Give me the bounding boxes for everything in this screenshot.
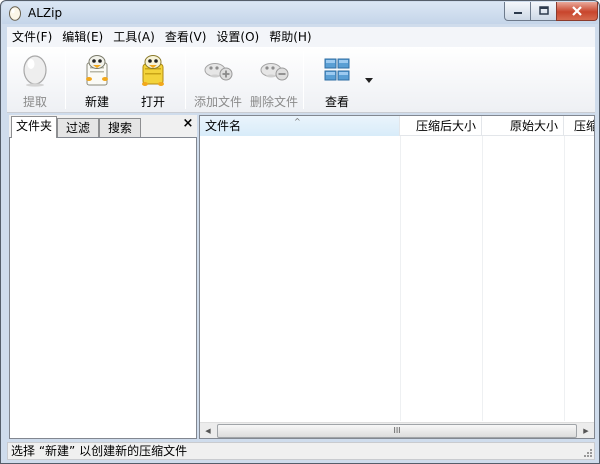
column-divider	[400, 136, 401, 421]
menu-settings[interactable]: 设置(O)	[211, 27, 264, 47]
tab-search[interactable]: 搜索	[99, 118, 141, 137]
sort-ascending-icon: ^	[294, 117, 301, 126]
egg-icon	[23, 55, 47, 87]
horizontal-scrollbar[interactable]: ◀ III ▶	[200, 422, 594, 438]
open-archive-icon	[142, 55, 164, 86]
status-bar: 选择 “新建” 以创建新的压缩文件	[7, 442, 595, 460]
column-filename[interactable]: 文件名 ^	[200, 116, 400, 136]
open-label: 打开	[140, 95, 165, 109]
list-header: 文件名 ^ 压缩后大小 原始大小 压缩	[200, 116, 594, 136]
scroll-right-button[interactable]: ▶	[578, 423, 594, 438]
panel-close-icon[interactable]: ×	[181, 116, 195, 132]
menu-file[interactable]: 文件(F)	[7, 27, 57, 47]
close-icon	[572, 6, 582, 16]
tab-filter[interactable]: 过滤	[57, 118, 99, 137]
column-ratio[interactable]: 压缩	[564, 116, 594, 136]
menu-tools[interactable]: 工具(A)	[108, 27, 160, 47]
scroll-left-button[interactable]: ◀	[200, 423, 216, 438]
view-grid-icon	[324, 58, 350, 81]
add-file-label: 添加文件	[193, 95, 242, 109]
alzip-egg-icon	[9, 6, 21, 21]
view-button[interactable]: 查看	[319, 49, 355, 111]
column-original-size[interactable]: 原始大小	[482, 116, 564, 136]
maximize-button[interactable]	[530, 2, 557, 21]
menu-bar: 文件(F) 编辑(E) 工具(A) 查看(V) 设置(O) 帮助(H)	[7, 27, 595, 47]
folder-tree[interactable]	[9, 137, 197, 439]
column-divider	[482, 136, 483, 421]
view-label: 查看	[324, 95, 349, 109]
tab-folders[interactable]: 文件夹	[11, 116, 57, 138]
title-bar[interactable]: ALZip	[2, 2, 598, 24]
minimize-button[interactable]	[504, 2, 531, 21]
view-dropdown-button[interactable]	[365, 73, 375, 83]
menu-view[interactable]: 查看(V)	[160, 27, 212, 47]
resize-grip-icon[interactable]	[583, 448, 593, 458]
add-file-button[interactable]: 添加文件	[193, 49, 243, 111]
new-archive-icon	[86, 55, 108, 86]
new-button[interactable]: 新建	[79, 49, 115, 111]
delete-file-label: 删除文件	[249, 95, 298, 109]
menu-edit[interactable]: 编辑(E)	[57, 27, 108, 47]
delete-file-button[interactable]: 删除文件	[249, 49, 299, 111]
extract-button[interactable]: 提取	[17, 49, 53, 111]
open-button[interactable]: 打开	[135, 49, 171, 111]
file-list[interactable]: 文件名 ^ 压缩后大小 原始大小 压缩 ◀ III ▶	[199, 115, 595, 439]
column-divider	[564, 136, 565, 421]
column-filename-label: 文件名	[205, 119, 242, 133]
scroll-thumb[interactable]: III	[217, 424, 577, 438]
chevron-down-icon	[365, 78, 373, 83]
new-label: 新建	[84, 95, 109, 109]
toolbar-separator	[185, 51, 186, 109]
menu-help[interactable]: 帮助(H)	[264, 27, 316, 47]
folder-panel: 文件夹 过滤 搜索 ×	[9, 115, 197, 439]
status-text: 选择 “新建” 以创建新的压缩文件	[11, 444, 188, 458]
maximize-icon	[538, 6, 549, 15]
window-title: ALZip	[28, 6, 63, 20]
close-button[interactable]	[556, 2, 598, 21]
column-compressed-size[interactable]: 压缩后大小	[400, 116, 482, 136]
app-window: ALZip 文件(F) 编辑(E) 工具(A) 查看(V) 设置(O) 帮助(H…	[0, 0, 600, 464]
delete-file-icon	[260, 63, 289, 81]
toolbar-separator	[65, 51, 66, 109]
toolbar-separator	[303, 51, 304, 109]
minimize-icon	[513, 12, 522, 14]
toolbar: 提取 新建 打开 添加文件 删除文件 查看	[7, 47, 595, 113]
extract-label: 提取	[22, 95, 47, 109]
add-file-icon	[204, 63, 233, 81]
